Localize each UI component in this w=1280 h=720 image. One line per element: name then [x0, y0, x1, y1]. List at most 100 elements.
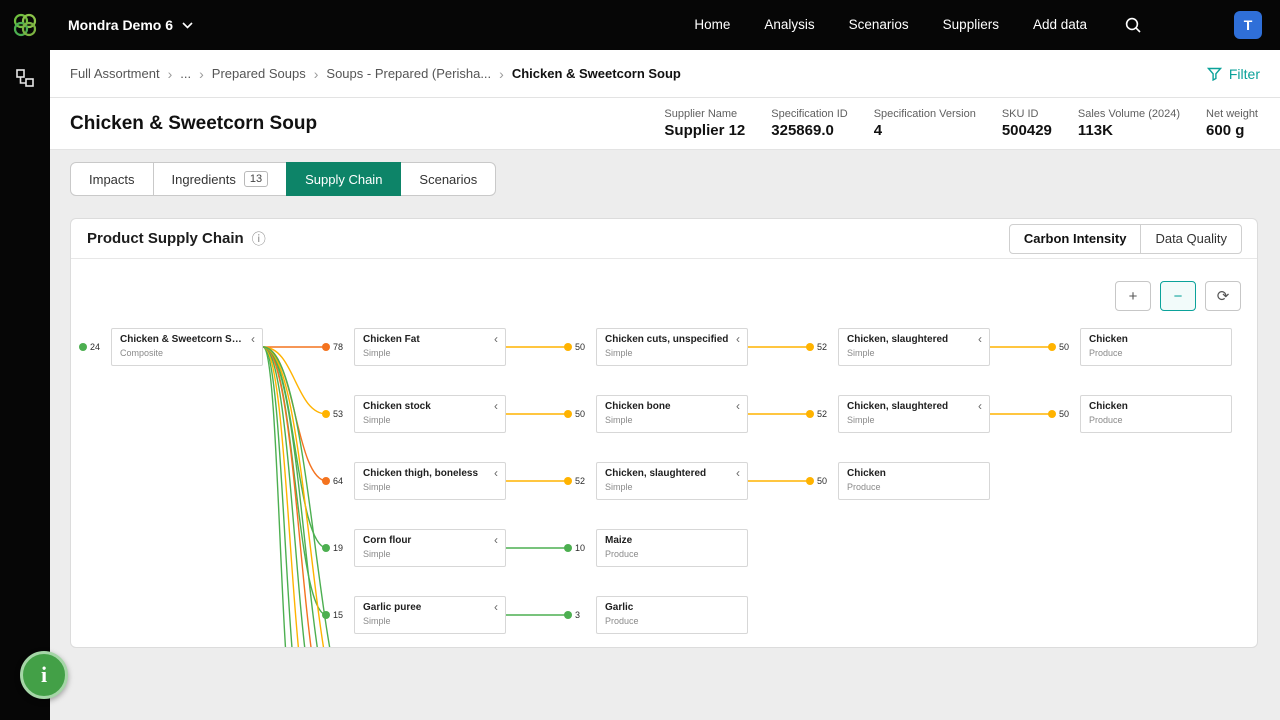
node-title: Chicken cuts, unspecified [605, 334, 729, 345]
collapse-chevron-icon[interactable]: ‹ [978, 333, 982, 345]
score-value: 50 [575, 342, 586, 352]
score-dot [322, 343, 330, 351]
supply-node-maize[interactable]: 10 Maize Produce [564, 529, 748, 567]
collapse-chevron-icon[interactable]: ‹ [494, 400, 498, 412]
collapse-chevron-icon[interactable]: ‹ [736, 467, 740, 479]
supply-node-cornflour[interactable]: 19 Corn flour Simple ‹ [322, 529, 506, 567]
supply-node-slaughtered-c2[interactable]: 52 Chicken, slaughtered Simple ‹ [564, 462, 748, 500]
info-icon: i [40, 662, 48, 687]
node-score: 15 [322, 610, 343, 620]
nav-analysis[interactable]: Analysis [747, 0, 831, 50]
main-content: Full Assortment ›... › Prepared Soups › Soups… [50, 0, 1280, 648]
filter-label: Filter [1228, 65, 1260, 82]
info-circle-icon[interactable]: ⓘ [252, 232, 266, 246]
node-title: Chicken Fat [363, 334, 420, 345]
node-subtitle: Simple [363, 348, 391, 358]
collapse-chevron-icon[interactable]: ‹ [494, 333, 498, 345]
tab-supply-chain[interactable]: Supply Chain [286, 162, 402, 196]
node-title: Chicken, slaughtered [605, 468, 707, 479]
supply-node-fat[interactable]: 78 Chicken Fat Simple ‹ [322, 328, 506, 366]
panel-title: Product Supply Chain [87, 230, 244, 247]
node-score: 50 [564, 409, 585, 419]
zoom-in-button[interactable]: + [1115, 281, 1151, 311]
supply-node-slaughtered-c3b[interactable]: 52 Chicken, slaughtered Simple ‹ [806, 395, 990, 433]
supply-node-soup[interactable]: 24 Chicken & Sweetcorn Soup Composite ‹ [79, 328, 263, 366]
zoom-out-button[interactable]: − [1160, 281, 1196, 311]
supply-node-thigh[interactable]: 64 Chicken thigh, boneless Simple ‹ [322, 462, 506, 500]
reset-view-button[interactable]: ⟳ [1205, 281, 1241, 311]
collapse-chevron-icon[interactable]: ‹ [494, 601, 498, 613]
collapse-chevron-icon[interactable]: ‹ [494, 534, 498, 546]
score-dot [564, 544, 572, 552]
edge [262, 346, 328, 616]
nav-scenarios[interactable]: Scenarios [832, 0, 926, 50]
user-avatar[interactable]: T [1234, 11, 1262, 39]
supply-chain-edges [262, 346, 1054, 647]
filter-button[interactable]: Filter [1206, 65, 1260, 82]
node-subtitle: Produce [605, 616, 639, 626]
supply-node-bone[interactable]: 50 Chicken bone Simple ‹ [564, 395, 748, 433]
meta-label: Sales Volume (2024) [1077, 108, 1181, 120]
sidebar-item-hierarchy[interactable] [0, 64, 50, 92]
nav-home[interactable]: Home [677, 0, 747, 50]
breadcrumb-item-soups-prepared-perisha[interactable]: Soups - Prepared (Perisha... [326, 66, 491, 81]
node-score: 3 [564, 610, 580, 620]
breadcrumb-separator: › [167, 65, 173, 82]
breadcrumb-separator: › [499, 65, 504, 82]
search-button[interactable] [1110, 16, 1156, 34]
tab-bar: Impacts Ingredients 13 Supply Chain Scenario… [50, 150, 1280, 208]
breadcrumb-item-prepared-soups[interactable]: Prepared Soups [212, 66, 306, 81]
collapse-chevron-icon[interactable]: ‹ [978, 400, 982, 412]
supply-node-garlic[interactable]: 3 Garlic Produce [564, 596, 748, 634]
supply-node-cuts[interactable]: 50 Chicken cuts, unspecified Simple ‹ [564, 328, 748, 366]
score-dot [322, 611, 330, 619]
node-title: Chicken thigh, boneless [363, 468, 479, 479]
meta-label: Specification ID [771, 108, 848, 120]
node-score: 52 [564, 476, 585, 486]
breadcrumb-item-full-assortment[interactable]: Full Assortment [70, 66, 160, 81]
supply-node-chicken-c4a[interactable]: 50 Chicken Produce [1048, 328, 1232, 366]
node-title: Chicken stock [363, 401, 431, 412]
hierarchy-icon [16, 69, 34, 87]
score-value: 3 [575, 610, 581, 620]
node-title: Chicken [1089, 334, 1128, 345]
supply-node-stock[interactable]: 53 Chicken stock Simple ‹ [322, 395, 506, 433]
info-button[interactable]: i [20, 651, 68, 699]
toggle-carbon-intensity[interactable]: Carbon Intensity [1008, 223, 1142, 254]
supply-chain-diagram: 24 Chicken & Sweetcorn Soup Composite ‹ 78 Ch… [71, 259, 1257, 647]
left-sidebar [0, 0, 50, 720]
app-logo[interactable] [0, 0, 50, 50]
tab-impacts[interactable]: Impacts [70, 162, 154, 196]
meta-net-weight: Net weight 600 g [1206, 108, 1258, 139]
node-title: Chicken bone [605, 401, 671, 412]
collapse-chevron-icon[interactable]: ‹ [736, 400, 740, 412]
panel-header: Product Supply Chain ⓘ Carbon Intensity D… [71, 219, 1257, 259]
node-title: Corn flour [363, 535, 412, 546]
nav-suppliers[interactable]: Suppliers [926, 0, 1016, 50]
tab-scenarios[interactable]: Scenarios [400, 162, 497, 196]
breadcrumb-separator: › [313, 65, 319, 82]
page-title: Chicken & Sweetcorn Soup [70, 112, 318, 134]
node-subtitle: Simple [363, 415, 391, 425]
breadcrumb-item-[interactable]: ... [180, 66, 191, 81]
org-switcher[interactable]: Mondra Demo 6 [68, 17, 193, 33]
score-dot [806, 343, 814, 351]
collapse-chevron-icon[interactable]: ‹ [251, 333, 255, 345]
toggle-data-quality[interactable]: Data Quality [1140, 223, 1242, 254]
meta-value: 600 g [1206, 122, 1245, 139]
score-value: 53 [333, 409, 344, 419]
node-subtitle: Simple [363, 549, 391, 559]
node-title: Chicken & Sweetcorn Soup [120, 334, 251, 345]
node-subtitle: Simple [847, 348, 875, 358]
score-value: 64 [333, 476, 344, 486]
nav-add-data[interactable]: Add data [1016, 0, 1104, 50]
supply-node-slaughtered-c3a[interactable]: 52 Chicken, slaughtered Simple ‹ [806, 328, 990, 366]
collapse-chevron-icon[interactable]: ‹ [736, 333, 740, 345]
score-dot [806, 477, 814, 485]
collapse-chevron-icon[interactable]: ‹ [494, 467, 498, 479]
tab-ingredients[interactable]: Ingredients 13 [152, 162, 288, 196]
supply-node-chicken-c4b[interactable]: 50 Chicken Produce [1048, 395, 1232, 433]
supply-node-chicken-c3[interactable]: 50 Chicken Produce [806, 462, 990, 500]
meta-label: Net weight [1206, 108, 1258, 120]
supply-node-garlicpuree[interactable]: 15 Garlic puree Simple ‹ [322, 596, 506, 634]
